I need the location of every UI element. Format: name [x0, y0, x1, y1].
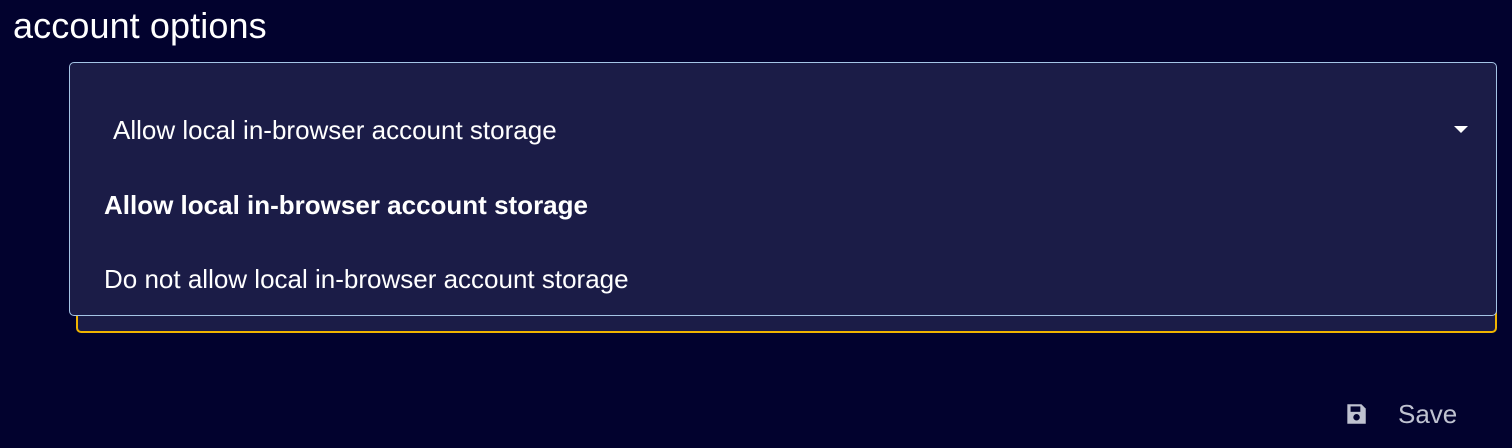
caret-down-icon[interactable]	[1454, 126, 1468, 133]
save-button-label: Save	[1398, 399, 1458, 429]
dropdown-selected-value[interactable]: Allow local in-browser account storage	[70, 101, 1496, 159]
dropdown-option-disallow-storage[interactable]: Do not allow local in-browser account st…	[104, 264, 629, 294]
account-storage-dropdown[interactable]: Allow local in-browser account storage A…	[69, 62, 1497, 316]
dropdown-option-allow-storage[interactable]: Allow local in-browser account storage	[104, 190, 588, 220]
section-title: account options	[13, 5, 267, 46]
floppy-disk-save-icon	[1341, 399, 1371, 429]
selected-option-label: Allow local in-browser account storage	[113, 115, 557, 145]
save-button[interactable]: Save	[1341, 395, 1461, 433]
